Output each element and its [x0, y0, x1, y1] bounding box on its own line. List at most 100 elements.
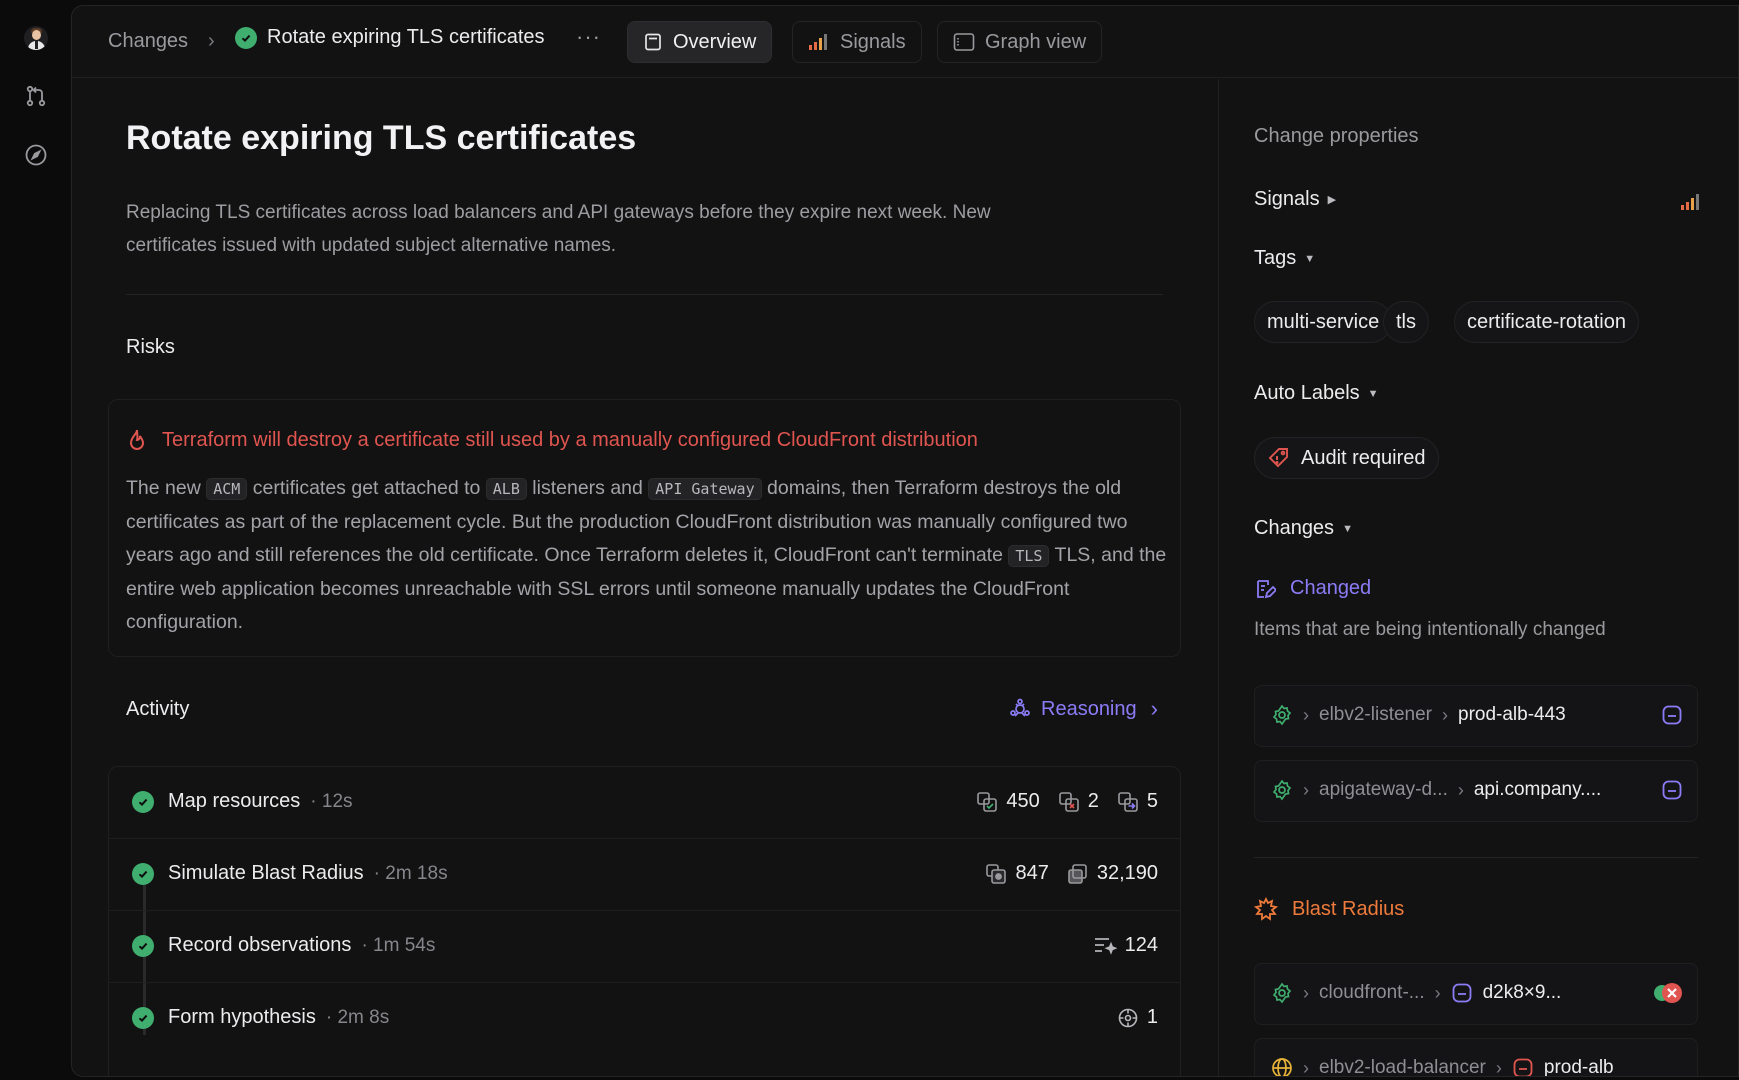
changed-item[interactable]: › apigateway-d... › api.company....: [1254, 760, 1698, 822]
tag-alert-icon: [1268, 448, 1288, 468]
activity-stat-value: 5: [1146, 790, 1158, 812]
activity-heading: Activity: [126, 698, 190, 720]
blast-burst-icon: [1254, 897, 1278, 921]
caret-down-icon: ▼: [1342, 522, 1353, 535]
hypothesis-icon: [1117, 1007, 1139, 1029]
risk-text: The new: [126, 477, 207, 499]
path-separator: ›: [1303, 704, 1309, 725]
reasoning-brain-icon: [1010, 698, 1030, 717]
tab-overview[interactable]: Overview: [627, 21, 773, 63]
activity-step: Simulate Blast Radius · 2m 18s: [132, 862, 448, 885]
activity-stat: 32,190: [1067, 862, 1158, 885]
caret-right-icon: ▶: [1327, 194, 1337, 206]
risk-card[interactable]: Terraform will destroy a certificate sti…: [108, 399, 1181, 657]
signals-section-toggle[interactable]: Signals ▶: [1254, 188, 1336, 211]
sidebar-heading: Change properties: [1254, 125, 1419, 147]
caret-down-icon: ▼: [1367, 387, 1379, 400]
tag-chip[interactable]: certificate-rotation: [1454, 301, 1639, 343]
auto-label-text: Audit required: [1301, 446, 1426, 469]
tab-graph-view[interactable]: Graph view: [937, 21, 1103, 63]
activity-stat: 124: [1093, 934, 1158, 957]
changed-badge-icon: [1661, 704, 1683, 726]
activity-row[interactable]: Map resources · 12s 450 2 5: [109, 767, 1180, 839]
risk-title: Terraform will destroy a certificate sti…: [126, 428, 978, 452]
tag-chip[interactable]: tls: [1383, 301, 1429, 343]
auto-labels-section-toggle[interactable]: Auto Labels ▼: [1254, 382, 1379, 405]
breadcrumb-current-label: Rotate expiring TLS certificates: [267, 26, 545, 48]
breadcrumb-changes[interactable]: Changes: [108, 30, 188, 53]
activity-step-name: Simulate Blast Radius: [168, 862, 364, 884]
error-status-icon: [1653, 982, 1683, 1004]
deleted-badge-icon: [1512, 1057, 1534, 1076]
item-name: d2k8×9...: [1482, 982, 1562, 1003]
changed-item[interactable]: › elbv2-listener › prod-alb-443: [1254, 685, 1698, 747]
caret-down-icon: ▼: [1304, 252, 1316, 265]
activity-row[interactable]: Form hypothesis · 2m 8s 1: [109, 983, 1180, 1055]
reasoning-link[interactable]: Reasoning ›: [1009, 696, 1158, 722]
blast-radius-heading: Blast Radius: [1254, 897, 1404, 921]
activity-step-duration: · 2m 8s: [325, 1006, 390, 1028]
activity-row[interactable]: Record observations · 1m 54s 124: [109, 911, 1180, 983]
activity-step: Record observations · 1m 54s: [132, 934, 435, 957]
path-separator: ›: [1457, 779, 1464, 800]
activity-step-name: Form hypothesis: [168, 1006, 316, 1028]
change-properties-sidebar: Change properties Signals ▶ Tags ▼ multi…: [1218, 79, 1738, 1077]
main-panel: Changes › Rotate expiring TLS certificat…: [71, 5, 1739, 1077]
activity-row[interactable]: Simulate Blast Radius · 2m 18s 847 32,190: [109, 839, 1180, 911]
activity-stat-value: 124: [1124, 934, 1158, 956]
blast-radius-item[interactable]: › cloudfront-... › d2k8×9...: [1254, 963, 1698, 1025]
blast-items-icon: [985, 863, 1007, 885]
tab-overview-label: Overview: [673, 30, 757, 53]
changed-heading: Changed: [1254, 577, 1371, 600]
success-check-icon: [132, 934, 154, 957]
activity-step-duration: · 1m 54s: [361, 934, 436, 956]
flame-icon: [129, 429, 145, 450]
blast-radius-item[interactable]: › elbv2-load-balancer › prod-alb: [1254, 1038, 1698, 1077]
resource-gear-icon: [1271, 704, 1293, 726]
tab-signals[interactable]: Signals: [792, 21, 922, 63]
path-separator: ›: [1495, 1057, 1502, 1077]
activity-stat-value: 32,190: [1096, 862, 1158, 884]
activity-stats: 1: [1109, 1006, 1158, 1029]
top-bar: Changes › Rotate expiring TLS certificat…: [72, 6, 1738, 78]
item-type: cloudfront-...: [1319, 982, 1425, 1003]
user-avatar[interactable]: [20, 22, 52, 54]
item-path: › elbv2-load-balancer › prod-alb: [1271, 1057, 1614, 1077]
activity-stat: 450: [976, 790, 1040, 813]
breadcrumb-current: Rotate expiring TLS certificates: [235, 26, 545, 49]
success-check-icon: [132, 862, 154, 885]
item-path: › elbv2-listener › prod-alb-443: [1271, 704, 1566, 726]
resources-icon: [976, 791, 998, 813]
auto-label-chip[interactable]: Audit required: [1254, 437, 1439, 479]
path-separator: ›: [1303, 779, 1309, 800]
path-separator: ›: [1434, 982, 1441, 1003]
risk-text: certificates get attached to: [247, 477, 486, 499]
activity-step-name: Map resources: [168, 790, 301, 812]
tags-section-toggle[interactable]: Tags ▼: [1254, 247, 1315, 270]
activity-step-duration: · 12s: [310, 790, 353, 812]
reasoning-label: Reasoning: [1041, 697, 1137, 720]
activity-step: Form hypothesis · 2m 8s: [132, 1006, 389, 1029]
activity-stat: 5: [1117, 790, 1158, 813]
more-options-button[interactable]: ···: [576, 24, 601, 50]
success-check-icon: [132, 790, 154, 813]
divider: [126, 294, 1163, 295]
changed-badge-icon: [1661, 779, 1683, 801]
resource-gear-icon: [1271, 982, 1293, 1004]
tag-chip[interactable]: multi-service: [1254, 301, 1393, 343]
observations-icon: [1093, 935, 1117, 957]
globe-icon: [1271, 1057, 1293, 1076]
inline-code: TLS: [1008, 545, 1050, 567]
explore-compass-icon[interactable]: [20, 139, 52, 171]
activity-step: Map resources · 12s: [132, 790, 353, 813]
edges-icon: [1067, 863, 1089, 885]
left-rail: [0, 0, 72, 1080]
resources-changed-icon: [1117, 791, 1139, 813]
item-name: prod-alb: [1543, 1057, 1614, 1077]
signals-label: Signals: [1254, 188, 1320, 210]
activity-stat: 2: [1058, 790, 1099, 813]
chevron-right-icon: ›: [1150, 696, 1158, 721]
overview-icon: [645, 33, 661, 51]
changes-section-toggle[interactable]: Changes ▼: [1254, 517, 1353, 540]
changes-nav-icon[interactable]: [20, 80, 52, 112]
